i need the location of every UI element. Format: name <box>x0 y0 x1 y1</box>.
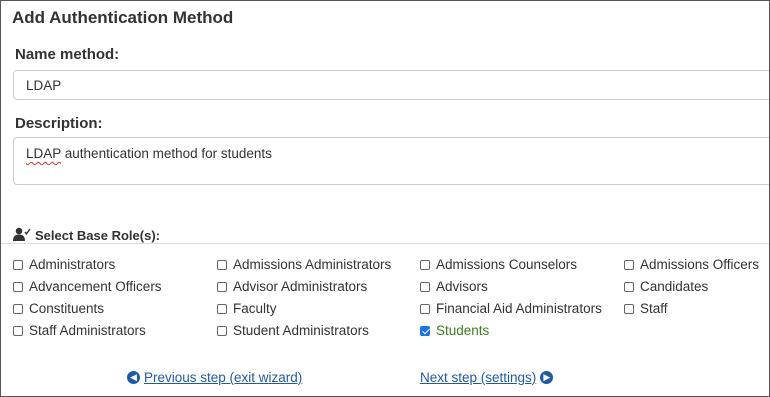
role-option[interactable]: Staff <box>624 301 668 316</box>
roles-header-label: Select Base Role(s): <box>35 228 160 243</box>
arrow-right-circle-icon: ▶ <box>540 371 554 384</box>
role-option[interactable]: Admissions Officers <box>624 257 759 272</box>
role-checkbox[interactable] <box>13 281 23 292</box>
role-option[interactable]: Student Administrators <box>217 323 369 338</box>
description-text: authentication method for students <box>61 146 272 161</box>
previous-step-link[interactable]: ◀ Previous step (exit wizard) <box>127 370 302 385</box>
role-checkbox[interactable] <box>217 281 227 292</box>
name-method-input[interactable] <box>13 70 769 100</box>
role-checkbox[interactable] <box>420 259 430 270</box>
role-label: Advisors <box>436 279 488 294</box>
role-label: Administrators <box>29 257 116 272</box>
role-label: Advancement Officers <box>29 279 162 294</box>
role-label: Constituents <box>29 301 105 316</box>
next-step-label: Next step (settings) <box>420 370 537 385</box>
role-checkbox[interactable] <box>13 303 23 314</box>
role-option[interactable]: Admissions Counselors <box>420 257 577 272</box>
role-checkbox[interactable] <box>217 259 227 270</box>
name-method-label: Name method: <box>15 46 120 63</box>
role-label: Admissions Officers <box>640 257 760 272</box>
role-label: Financial Aid Administrators <box>436 301 602 316</box>
divider <box>1 243 769 244</box>
role-label: Staff Administrators <box>29 323 146 338</box>
role-label: Advisor Administrators <box>233 279 368 294</box>
role-option[interactable]: Advisor Administrators <box>217 279 367 294</box>
role-label: Admissions Administrators <box>233 257 392 272</box>
role-option[interactable]: Faculty <box>217 301 277 316</box>
role-checkbox[interactable] <box>420 303 430 314</box>
role-checkbox[interactable] <box>624 303 634 314</box>
role-option[interactable]: Advancement Officers <box>13 279 162 294</box>
description-label: Description: <box>15 115 103 132</box>
arrow-left-circle-icon: ◀ <box>127 371 140 384</box>
role-label: Staff <box>640 301 668 316</box>
role-option[interactable]: Constituents <box>13 301 104 316</box>
role-checkbox[interactable] <box>217 303 227 314</box>
role-checkbox[interactable] <box>13 325 23 336</box>
role-option[interactable]: Candidates <box>624 279 708 294</box>
description-text-misspelled: LDAP <box>26 146 62 161</box>
role-checkbox[interactable] <box>217 325 227 336</box>
role-option[interactable]: Financial Aid Administrators <box>420 301 602 316</box>
role-checkbox[interactable] <box>13 259 23 270</box>
page-title: Add Authentication Method <box>12 8 234 27</box>
role-option[interactable]: Administrators <box>13 257 115 272</box>
role-checkbox[interactable] <box>624 281 634 292</box>
role-checkbox[interactable] <box>624 259 634 270</box>
role-option[interactable]: Admissions Administrators <box>217 257 391 272</box>
role-checkbox[interactable] <box>420 325 430 336</box>
roles-header: Select Base Role(s): <box>13 227 160 244</box>
role-label: Student Administrators <box>233 323 369 338</box>
role-option[interactable]: Advisors <box>420 279 488 294</box>
user-check-icon <box>13 227 31 244</box>
description-textarea[interactable]: LDAP authentication method for students <box>13 137 769 185</box>
role-label: Admissions Counselors <box>436 257 578 272</box>
role-label: Candidates <box>640 279 709 294</box>
next-step-link[interactable]: Next step (settings) ▶ <box>420 370 554 385</box>
wizard-panel: Add Authentication Method Name method: D… <box>0 0 770 397</box>
role-label: Students <box>436 323 490 338</box>
previous-step-label: Previous step (exit wizard) <box>144 370 303 385</box>
role-option[interactable]: Staff Administrators <box>13 323 146 338</box>
role-checkbox[interactable] <box>420 281 430 292</box>
role-label: Faculty <box>233 301 277 316</box>
role-option[interactable]: Students <box>420 323 489 338</box>
